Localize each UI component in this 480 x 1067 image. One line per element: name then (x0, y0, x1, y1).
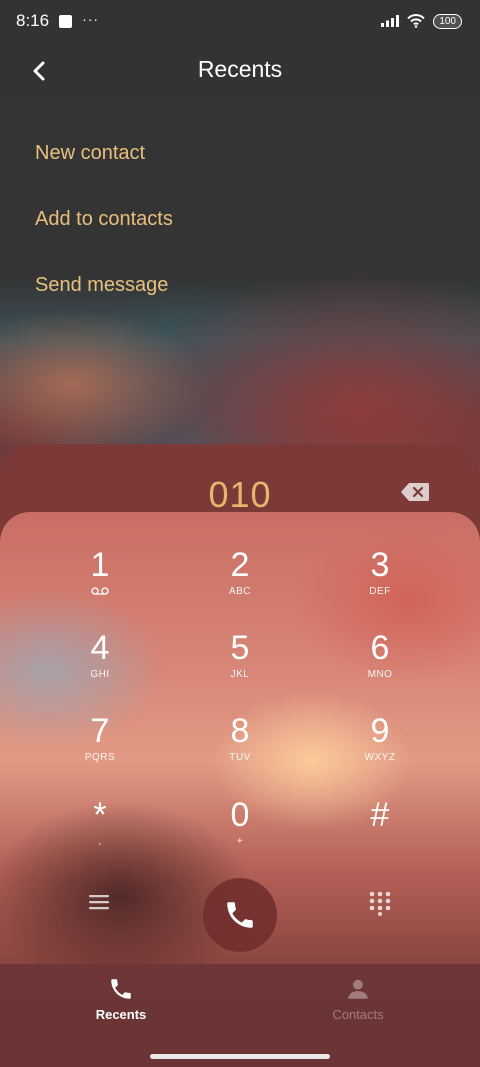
key-digit: # (370, 796, 390, 834)
key-0[interactable]: 0 + (180, 796, 300, 868)
number-display-row: 010 (0, 444, 480, 515)
new-contact-option[interactable]: New contact (35, 138, 173, 204)
key-2[interactable]: 2 ABC (180, 546, 300, 618)
keypad: 1 2 ABC 3 DEF 4 GHI 5 JKL 6 MNO 7 PQRS 8… (0, 512, 480, 964)
key-5[interactable]: 5 JKL (180, 629, 300, 701)
hamburger-menu-icon (89, 895, 109, 910)
key-letters: PQRS (84, 752, 116, 763)
key-digit: 6 (370, 629, 390, 667)
key-digit: 2 (230, 546, 250, 584)
key-digit: 1 (90, 546, 110, 584)
more-notifications-icon: ··· (82, 11, 100, 27)
dialpad-icon (369, 891, 391, 916)
key-letters: + (236, 836, 244, 847)
key-digit: 5 (230, 629, 250, 667)
home-indicator[interactable] (150, 1054, 330, 1059)
backspace-icon (401, 483, 429, 501)
dialpad-toggle-button[interactable] (368, 890, 392, 921)
status-time: 8:16 (16, 11, 50, 30)
key-9[interactable]: 9 WXYZ (320, 712, 440, 784)
key-letters: TUV (229, 752, 251, 763)
key-letters: JKL (230, 669, 250, 680)
phone-icon (227, 902, 253, 928)
key-6[interactable]: 6 MNO (320, 629, 440, 701)
key-digit: 4 (90, 629, 110, 667)
key-hash[interactable]: # (320, 796, 440, 868)
contacts-icon (348, 979, 368, 999)
key-digit: 0 (230, 796, 250, 834)
menu-button[interactable] (87, 892, 111, 917)
key-3[interactable]: 3 DEF (320, 546, 440, 618)
dial-panel: 010 1 2 ABC 3 DEF 4 GHI 5 JKL 6 MNO 7 PQ… (0, 444, 480, 964)
send-message-option[interactable]: Send message (35, 270, 173, 336)
key-8[interactable]: 8 TUV (180, 712, 300, 784)
key-digit: 7 (90, 712, 110, 750)
key-digit: * (93, 796, 107, 834)
tab-contacts[interactable]: Contacts (298, 976, 418, 1022)
key-7[interactable]: 7 PQRS (40, 712, 160, 784)
key-letters: DEF (369, 586, 391, 597)
tab-label: Contacts (332, 1007, 384, 1022)
status-bar: 8:16 ··· 100 (0, 0, 480, 42)
key-4[interactable]: 4 GHI (40, 629, 160, 701)
key-digit: 8 (230, 712, 250, 750)
backspace-button[interactable] (400, 482, 430, 507)
call-button[interactable] (203, 878, 277, 952)
wifi-icon (407, 14, 426, 28)
header: Recents (0, 48, 480, 92)
tab-label: Recents (95, 1007, 147, 1022)
key-letters: , (98, 836, 102, 847)
battery-icon: 100 (433, 13, 462, 29)
key-digit: 9 (370, 712, 390, 750)
key-1[interactable]: 1 (40, 546, 160, 618)
action-menu: New contact Add to contacts Send message (35, 138, 173, 336)
signal-icon (381, 15, 400, 27)
tab-recents[interactable]: Recents (61, 976, 181, 1022)
voicemail-icon (91, 587, 109, 595)
add-to-contacts-option[interactable]: Add to contacts (35, 204, 173, 270)
page-title: Recents (197, 56, 283, 82)
key-digit: 3 (370, 546, 390, 584)
notification-icon (59, 14, 73, 28)
key-letters: WXYZ (364, 752, 396, 763)
key-star[interactable]: * , (40, 796, 160, 868)
key-letters: GHI (90, 669, 110, 680)
key-letters: MNO (367, 669, 393, 680)
phone-icon (111, 979, 131, 999)
bottom-nav: Recents Contacts (0, 964, 480, 1067)
key-letters: ABC (228, 586, 252, 597)
